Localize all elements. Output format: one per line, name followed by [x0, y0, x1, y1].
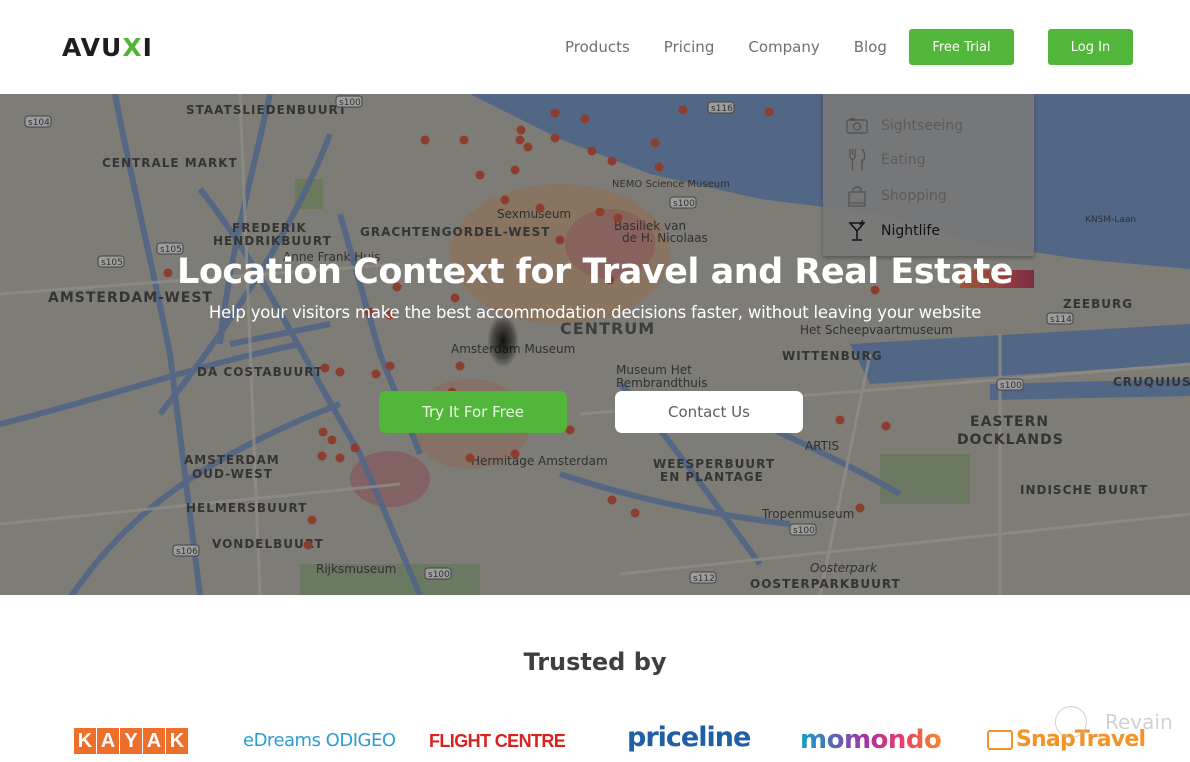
poi-category-panel: Sightseeing Eating Shopping Nightlife — [823, 94, 1034, 256]
edreams-odigeo-logo[interactable]: eDreams ODIGEO — [243, 730, 396, 761]
poi-item-eating[interactable]: Eating — [845, 148, 926, 172]
free-trial-button[interactable]: Free Trial — [909, 29, 1014, 65]
poi-item-shopping[interactable]: Shopping — [845, 184, 947, 208]
poi-label: Sightseeing — [881, 118, 964, 134]
site-header: AVUXI Products Pricing Company Blog Free… — [0, 0, 1190, 94]
main-nav: Products Pricing Company Blog — [548, 29, 921, 65]
kayak-letter: K — [166, 728, 188, 754]
priceline-logo[interactable]: priceline — [627, 722, 751, 753]
fork-knife-icon — [845, 148, 869, 172]
poi-label: Eating — [881, 152, 926, 168]
hero-title: Location Context for Travel and Real Est… — [177, 252, 1013, 292]
avuxi-logo[interactable]: AVUXI — [62, 33, 153, 62]
logo-text-accent: X — [122, 33, 143, 62]
nav-products[interactable]: Products — [565, 38, 630, 56]
logo-text-prefix: AVU — [62, 33, 123, 62]
snaptravel-logo[interactable]: SnapTravel — [987, 727, 1146, 758]
try-it-free-button[interactable]: Try It For Free — [379, 391, 567, 433]
mouse-cursor-shadow — [488, 316, 518, 366]
poi-item-nightlife[interactable]: Nightlife — [845, 219, 940, 243]
suitcase-icon — [987, 730, 1013, 750]
partner-logos: K A Y A K eDreams ODIGEO FLIGHT CENTRE p… — [0, 722, 1190, 756]
poi-label: Shopping — [881, 188, 947, 204]
kayak-letter: Y — [120, 728, 142, 754]
poi-item-sightseeing[interactable]: Sightseeing — [845, 114, 963, 138]
nav-pricing[interactable]: Pricing — [664, 38, 715, 56]
login-button[interactable]: Log In — [1048, 29, 1133, 65]
poi-label: Nightlife — [881, 223, 940, 239]
hero-subtitle: Help your visitors make the best accommo… — [208, 303, 982, 322]
kayak-logo[interactable]: K A Y A K — [74, 722, 189, 754]
momondo-logo[interactable]: momondo — [800, 725, 942, 756]
nav-company[interactable]: Company — [748, 38, 819, 56]
contact-us-button[interactable]: Contact Us — [615, 391, 803, 433]
hero-section: STAATSLIEDENBUURT CENTRALE MARKT FREDERI… — [0, 94, 1190, 595]
kayak-letter: K — [74, 728, 96, 754]
trusted-by-heading: Trusted by — [523, 648, 667, 676]
kayak-letter: A — [97, 728, 119, 754]
logo-text-suffix: I — [142, 33, 153, 62]
cocktail-icon — [845, 219, 869, 243]
shopping-bag-icon — [845, 184, 869, 208]
snaptravel-text: SnapTravel — [1016, 727, 1146, 752]
nav-blog[interactable]: Blog — [854, 38, 887, 56]
kayak-letter: A — [143, 728, 165, 754]
flight-centre-logo[interactable]: FLIGHT CENTRE — [429, 731, 566, 762]
camera-icon — [845, 114, 869, 138]
